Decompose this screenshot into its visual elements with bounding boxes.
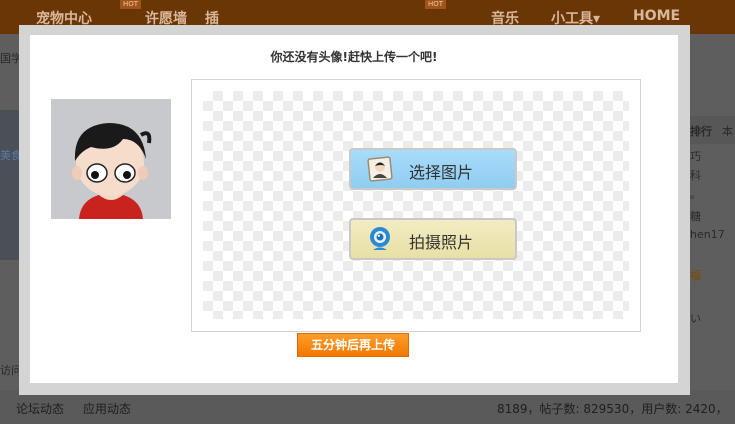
forum-stats: 8189，帖子数: 829530，用户数: 2420， [497, 402, 728, 416]
dialog-title: 你还没有头像!赶快上传一个吧! [270, 50, 438, 64]
select-image-label: 选择图片 [409, 163, 474, 182]
right-tab-other[interactable]: 本 [722, 123, 733, 139]
take-photo-label: 拍摄照片 [409, 233, 474, 252]
list-item[interactable]: 福 [690, 267, 701, 283]
webcam-icon [370, 227, 390, 250]
forum-activity-link[interactable]: 论坛动态 [16, 400, 64, 417]
avatar-upload-dialog: 你还没有头像!赶快上传一个吧! 选择图片 拍摄照片 五分钟后再上传 [30, 35, 678, 383]
list-item[interactable]: 巧 [690, 148, 701, 164]
hot-badge-2: HOT [425, 0, 447, 9]
cartoon-avatar-icon [51, 99, 171, 219]
photo-portrait-icon [367, 156, 393, 182]
image-preview-area: 选择图片 拍摄照片 [203, 91, 629, 319]
take-photo-button[interactable]: 拍摄照片 [349, 218, 517, 260]
right-tab-ranking[interactable]: 排行 [690, 123, 712, 139]
upload-area: 选择图片 拍摄照片 [191, 79, 641, 332]
list-item[interactable]: hen17 [690, 228, 725, 241]
list-item[interactable]: 科 [690, 167, 701, 183]
list-item[interactable]: い [690, 310, 701, 326]
list-item[interactable]: 糖 [690, 208, 701, 224]
hot-badge: HOT [120, 0, 142, 9]
app-activity-link[interactable]: 应用动态 [83, 400, 131, 417]
nav-item-home[interactable]: HOME [633, 8, 680, 24]
select-image-button[interactable]: 选择图片 [349, 148, 517, 190]
default-avatar [51, 99, 171, 219]
list-item[interactable]: 。 [690, 186, 701, 202]
bottom-status-bar: 论坛动态 应用动态 8189，帖子数: 829530，用户数: 2420， [0, 390, 735, 424]
upload-later-button[interactable]: 五分钟后再上传 [297, 333, 409, 357]
